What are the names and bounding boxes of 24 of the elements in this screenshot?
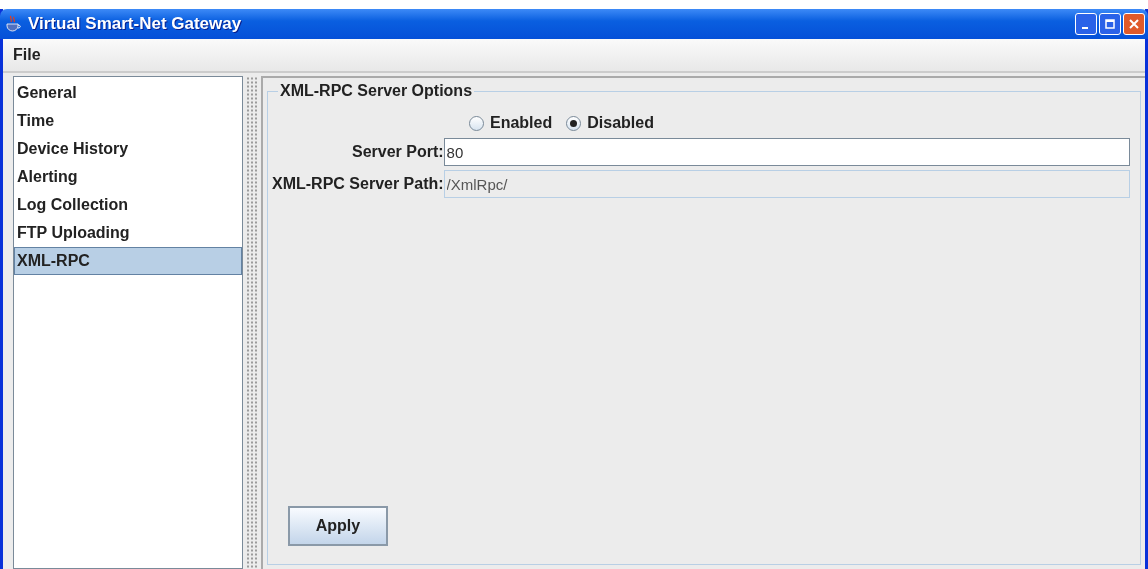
sidebar-item[interactable]: General [14,79,242,107]
maximize-icon [1105,19,1115,29]
sidebar-item[interactable]: Device History [14,135,242,163]
sidebar-item[interactable]: Time [14,107,242,135]
radio-button[interactable]: Enabled [469,114,553,132]
sidebar-item[interactable]: XML-RPC [14,247,242,275]
group-title: XML-RPC Server Options [279,82,474,100]
field-label: XML-RPC Server Path: [272,175,444,193]
close-button[interactable] [1123,13,1145,35]
maximize-button[interactable] [1099,13,1121,35]
radio-button[interactable]: Disabled [566,114,654,132]
sidebar-item[interactable]: Alerting [14,163,242,191]
minimize-icon [1081,26,1088,29]
apply-button[interactable]: Apply [288,506,388,546]
minimize-button[interactable] [1075,13,1097,35]
menu-item[interactable]: File [9,46,45,64]
window-title: Virtual Smart-Net Gateway [28,14,243,34]
input-field[interactable]: 80 [443,138,1130,166]
field-label: Server Port: [351,143,444,161]
close-icon [1129,19,1139,29]
sidebar-item[interactable]: FTP Uploading [14,219,242,247]
sidebar-item[interactable]: Log Collection [14,191,242,219]
coffee-cup-icon [4,15,22,33]
splitter-handle[interactable] [246,76,258,569]
